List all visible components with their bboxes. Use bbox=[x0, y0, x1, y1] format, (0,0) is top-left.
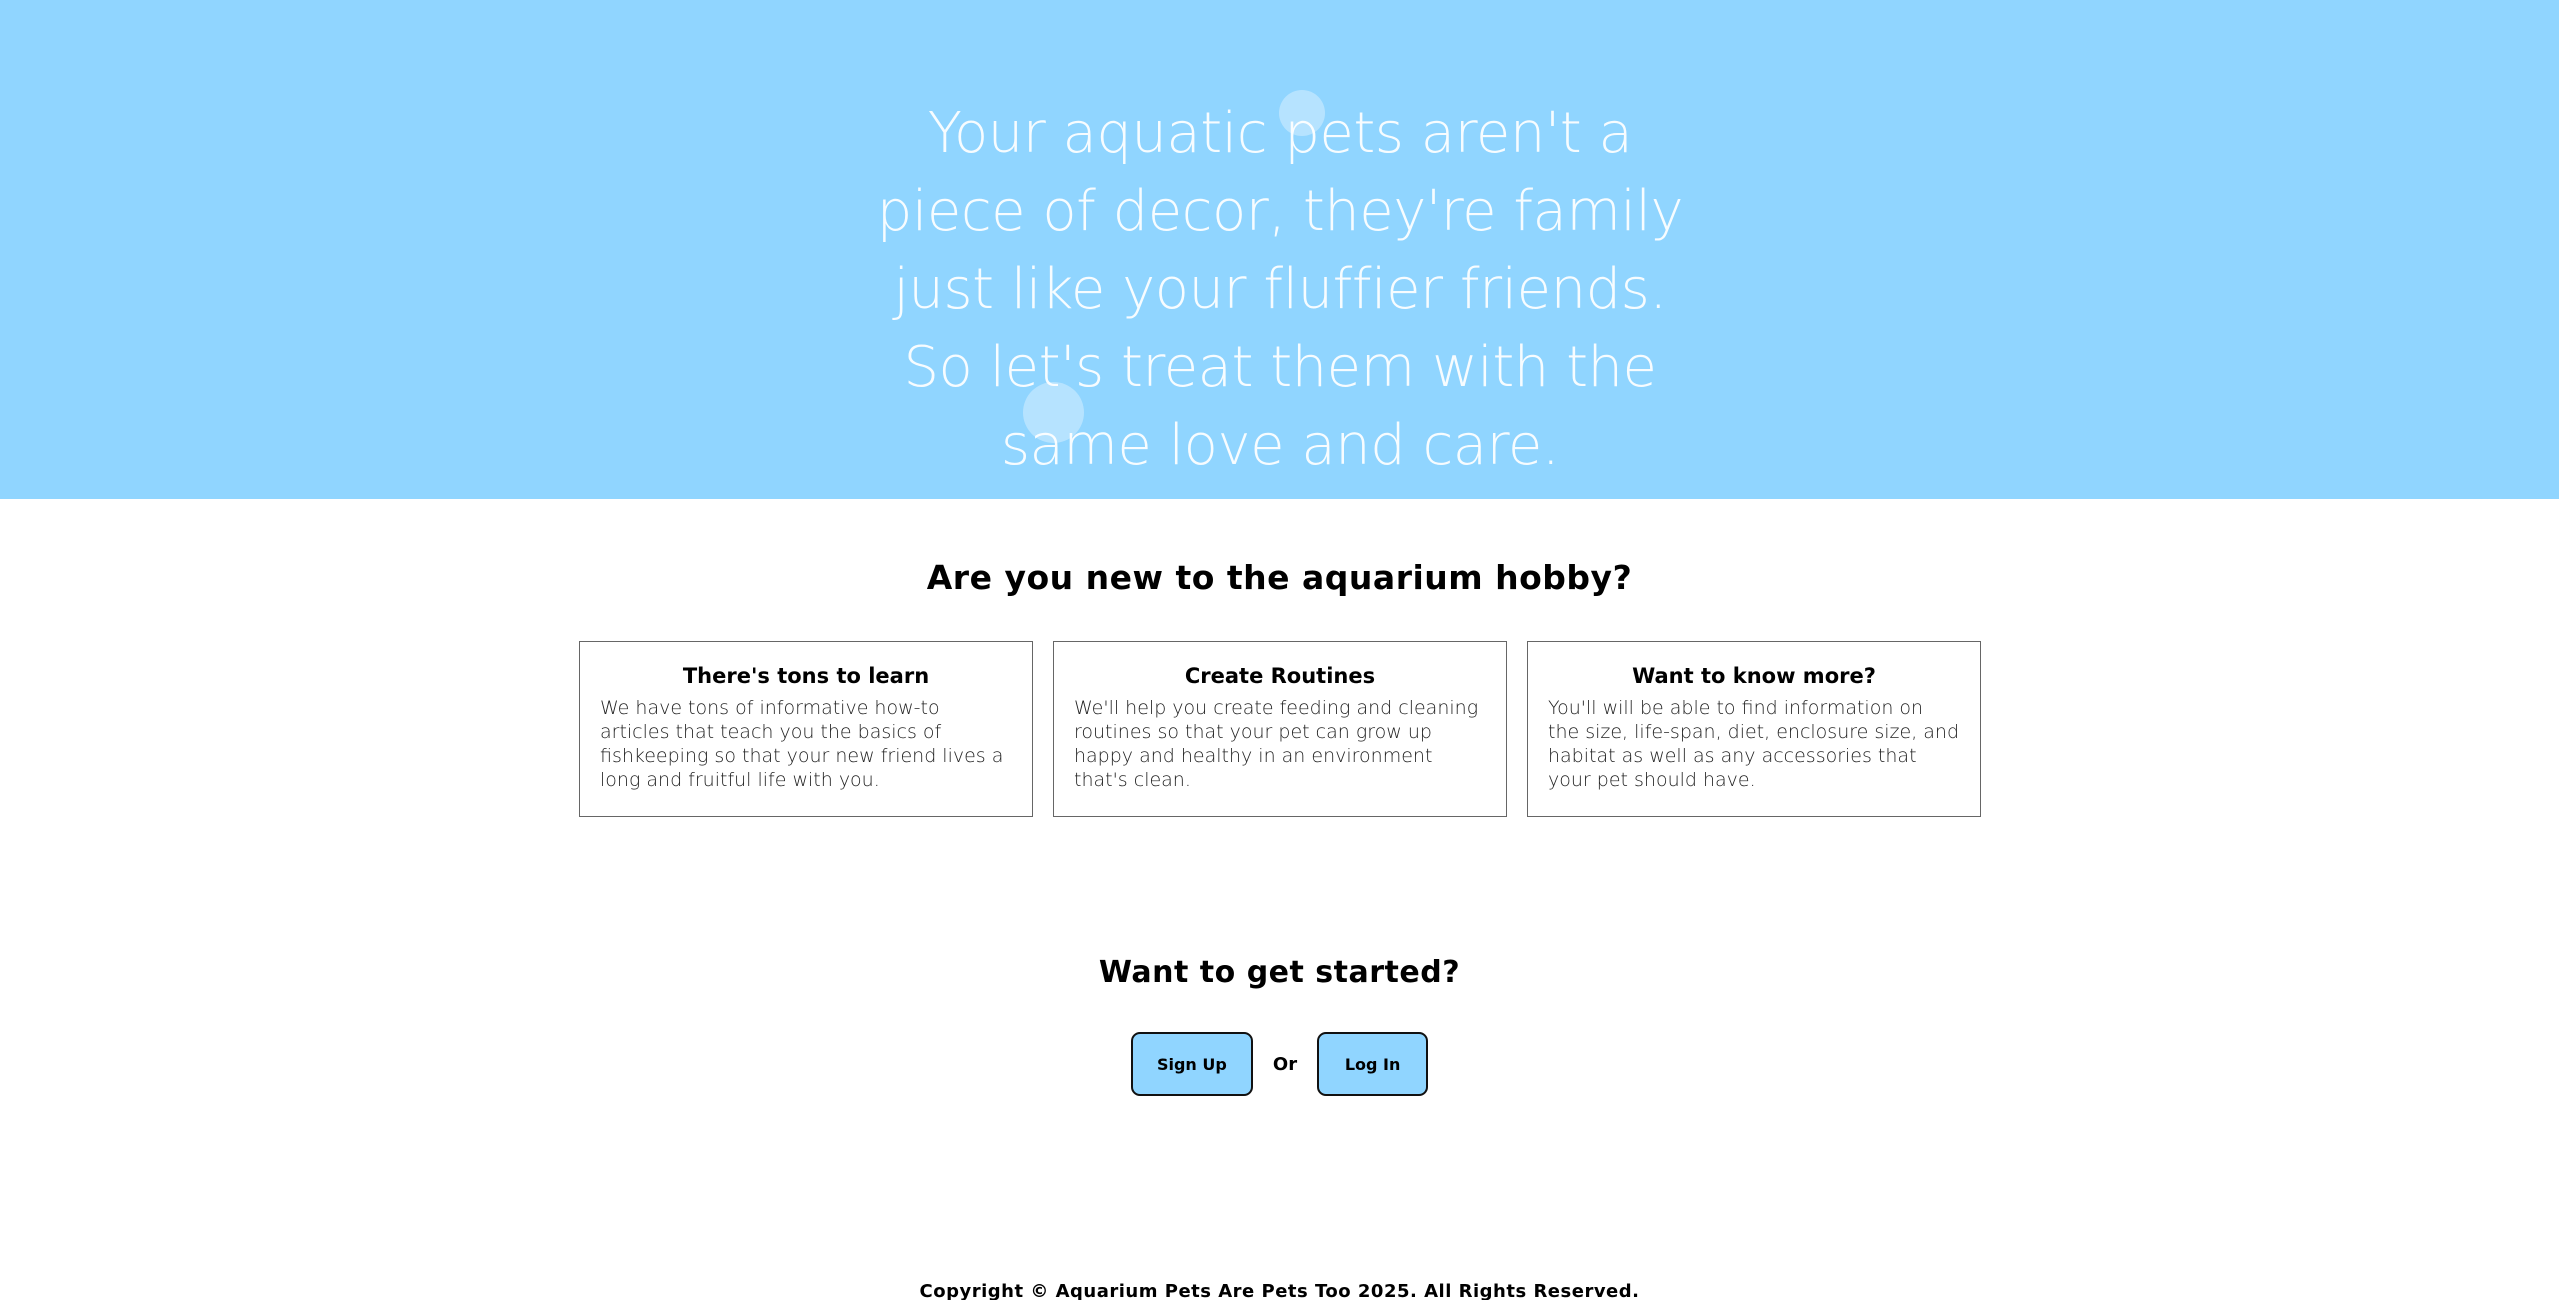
hero-quote: Your aquatic pets aren't a piece of deco… bbox=[876, 101, 1684, 478]
intro-heading: Are you new to the aquarium hobby? bbox=[926, 558, 1633, 597]
feature-card-more-info: Want to know more? You'll will be able t… bbox=[1527, 641, 1981, 817]
card-body: You'll will be able to find information … bbox=[1548, 697, 1960, 791]
log-in-button[interactable]: Log In bbox=[1317, 1032, 1429, 1096]
feature-cards: There's tons to learn We have tons of in… bbox=[579, 641, 1981, 817]
card-title: Want to know more? bbox=[1632, 664, 1876, 688]
card-title: There's tons to learn bbox=[682, 664, 930, 688]
sign-up-button[interactable]: Sign Up bbox=[1130, 1032, 1253, 1096]
card-body: We'll help you create feeding and cleani… bbox=[1074, 697, 1479, 791]
hero-banner: Your aquatic pets aren't a piece of deco… bbox=[0, 0, 2559, 499]
auth-actions: Sign Up Or Log In bbox=[0, 1032, 2559, 1096]
feature-card-routines: Create Routines We'll help you create fe… bbox=[1053, 641, 1507, 817]
cta-heading: Want to get started? bbox=[1098, 955, 1461, 990]
feature-card-learn: There's tons to learn We have tons of in… bbox=[579, 641, 1033, 817]
copyright-footer: Copyright © Aquarium Pets Are Pets Too 2… bbox=[919, 1281, 1640, 1300]
or-separator: Or bbox=[1272, 1053, 1298, 1075]
card-title: Create Routines bbox=[1184, 664, 1376, 688]
card-body: We have tons of informative how-to artic… bbox=[600, 697, 1004, 791]
